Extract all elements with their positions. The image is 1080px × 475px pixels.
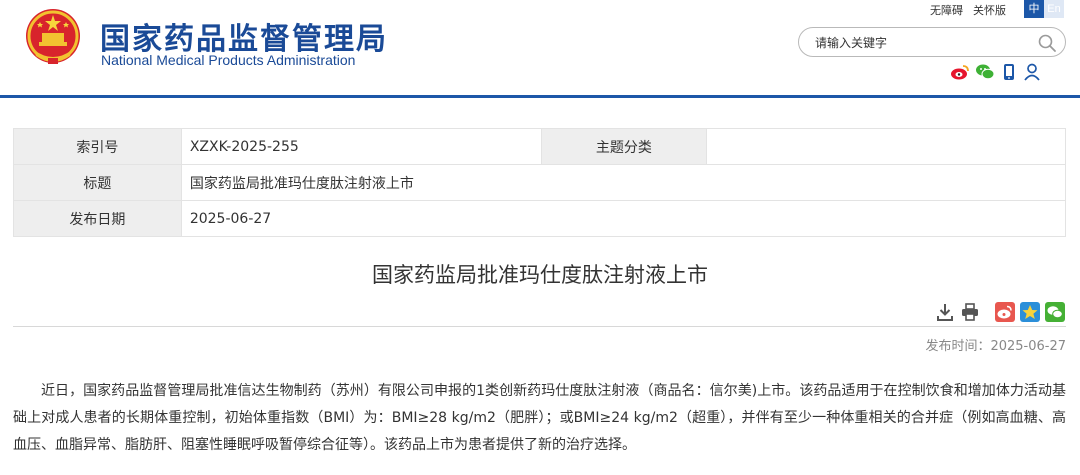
search-icon[interactable] [1037, 33, 1057, 53]
category-label: 主题分类 [540, 128, 708, 165]
share-weibo-icon[interactable] [995, 302, 1015, 322]
print-icon[interactable] [960, 302, 980, 322]
search-box [798, 27, 1066, 57]
title-label: 标题 [13, 164, 182, 201]
download-icon[interactable] [935, 302, 955, 322]
date-value: 2025-06-27 [180, 200, 1067, 237]
index-value: XZXK-2025-255 [180, 128, 542, 165]
lang-english-button[interactable]: En [1044, 0, 1064, 18]
top-links: 无障碍 关怀版 [930, 2, 1016, 18]
site-header: 国家药品监督管理局 National Medical Products Admi… [0, 0, 1080, 98]
user-icon[interactable] [1022, 62, 1042, 82]
share-wechat-icon[interactable] [1045, 302, 1065, 322]
accessibility-link[interactable]: 无障碍 [930, 4, 963, 17]
index-label: 索引号 [13, 128, 182, 165]
lang-chinese-button[interactable]: 中 [1024, 0, 1044, 18]
table-row: 发布日期 2025-06-27 [13, 200, 1067, 237]
date-label: 发布日期 [13, 200, 182, 237]
header-divider [0, 95, 1080, 98]
table-row: 索引号 XZXK-2025-255 主题分类 [13, 128, 1066, 165]
wechat-icon[interactable] [975, 62, 995, 82]
table-row: 标题 国家药监局批准玛仕度肽注射液上市 [13, 164, 1067, 201]
category-value [706, 128, 1066, 165]
document-info-table: 索引号 XZXK-2025-255 主题分类 标题 国家药监局批准玛仕度肽注射液… [13, 128, 1067, 237]
article-title: 国家药监局批准玛仕度肽注射液上市 [372, 263, 708, 287]
share-qzone-icon[interactable] [1020, 302, 1040, 322]
article-body: 近日，国家药品监督管理局批准信达生物制药（苏州）有限公司申报的1类创新药玛仕度肽… [13, 383, 1066, 453]
elderly-mode-link[interactable]: 关怀版 [973, 4, 1006, 17]
search-input[interactable] [815, 33, 1025, 53]
site-subtitle[interactable]: National Medical Products Administration [101, 52, 355, 68]
weibo-icon[interactable] [950, 62, 970, 82]
national-emblem-logo[interactable] [22, 6, 84, 70]
title-value: 国家药监局批准玛仕度肽注射液上市 [180, 164, 1067, 201]
publish-time: 发布时间：2025-06-27 [925, 339, 1066, 354]
mobile-icon[interactable] [999, 62, 1019, 82]
content-divider [13, 326, 1066, 327]
